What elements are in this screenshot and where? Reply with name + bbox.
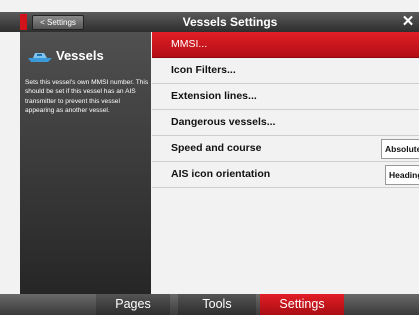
menu-item-mmsi[interactable]: MMSI... [152, 32, 419, 58]
title-accent-tab [20, 14, 27, 30]
panel-description: Sets this vessel's own MMSI number. This… [25, 79, 149, 115]
panel-title: Vessels [56, 48, 104, 63]
settings-screen: < Settings Vessels Settings ✕ Vessels Se… [0, 0, 419, 315]
menu-item-icon-filters[interactable]: Icon Filters... [152, 58, 419, 84]
menu-item-label: Icon Filters... [171, 64, 236, 76]
menu-item-label: Dangerous vessels... [171, 116, 276, 128]
ais-orientation-value-dropdown[interactable]: Heading [385, 165, 419, 185]
back-to-settings-button[interactable]: < Settings [32, 15, 84, 30]
info-panel: Vessels Sets this vessel's own MMSI numb… [20, 32, 151, 294]
tools-button[interactable]: Tools [178, 294, 256, 315]
settings-menu: MMSI... Icon Filters... Extension lines.… [152, 32, 419, 294]
menu-item-speed-and-course[interactable]: Speed and course Absolute [152, 136, 419, 162]
menu-item-label: MMSI... [171, 38, 208, 50]
pages-button[interactable]: Pages [96, 294, 170, 315]
menu-item-extension-lines[interactable]: Extension lines... [152, 84, 419, 110]
menu-item-label: Extension lines... [171, 90, 257, 102]
menu-item-label: AIS icon orientation [171, 168, 271, 180]
bottom-bar: Pages Tools Settings [0, 294, 419, 315]
page-title: Vessels Settings [182, 15, 278, 29]
menu-item-dangerous-vessels[interactable]: Dangerous vessels... [152, 110, 419, 136]
vessel-icon [28, 53, 52, 62]
settings-button[interactable]: Settings [260, 294, 344, 315]
menu-item-ais-icon-orientation[interactable]: AIS icon orientation Heading [152, 162, 419, 188]
speed-course-value-dropdown[interactable]: Absolute [381, 139, 419, 159]
menu-item-label: Speed and course [171, 142, 262, 154]
close-icon[interactable]: ✕ [397, 12, 419, 32]
